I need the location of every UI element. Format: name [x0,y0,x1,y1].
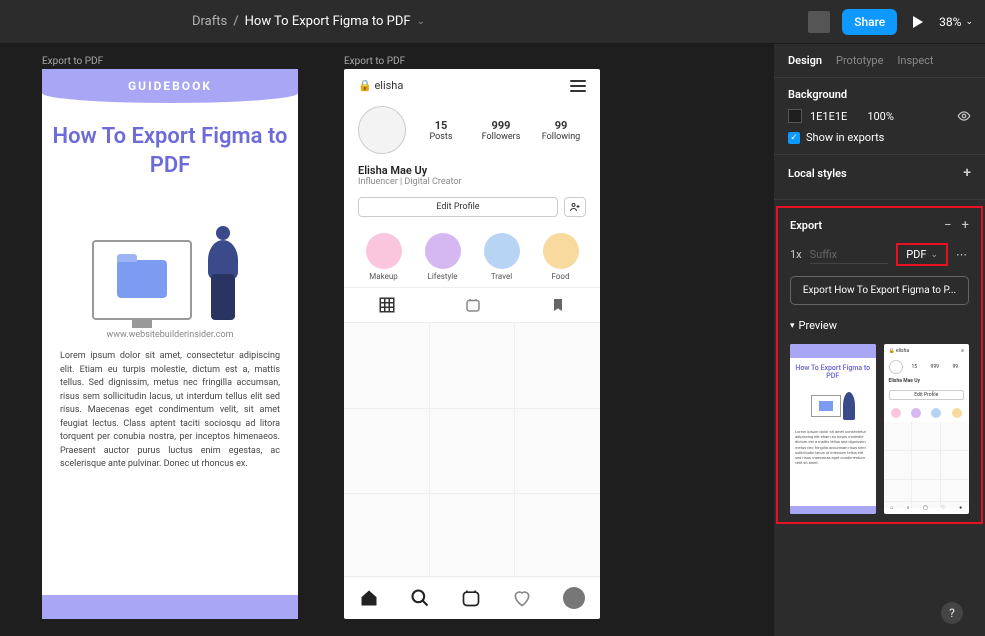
show-in-exports-row[interactable]: ✓ Show in exports [788,131,971,144]
preview-thumb-1[interactable]: How To Export Figma to PDF Lorem ipsum d… [790,344,876,514]
export-button[interactable]: Export How To Export Figma to P... [790,276,969,305]
bg-swatch[interactable] [788,109,802,123]
guidebook-header: GUIDEBOOK [42,69,298,103]
home-icon [359,588,379,608]
edit-profile-button[interactable]: Edit Profile [358,197,558,217]
chevron-down-icon: ⌄ [965,17,973,27]
reels-nav-icon [461,588,481,608]
nav-home[interactable] [359,588,379,608]
profile-name: Elisha Mae Uy [344,158,600,177]
local-styles-title: Local styles [788,167,847,180]
lock-username: 🔒 elisha [358,79,403,92]
stat-following[interactable]: 99Following [536,119,586,142]
tab-grid[interactable] [378,296,396,314]
post-cell[interactable] [430,323,515,408]
frame-profile[interactable]: 🔒 elisha 15Posts 999Followers 99Followin… [344,69,600,619]
stat-followers[interactable]: 999Followers [476,119,526,142]
breadcrumb-sep: / [233,14,238,29]
posts-grid [344,323,600,579]
chevron-down-icon: ⌄ [930,250,938,260]
highlight-lifestyle[interactable]: Lifestyle [425,233,461,281]
nav-profile[interactable] [563,587,585,609]
chevron-down-icon[interactable]: ⌄ [417,16,425,27]
background-section: Background 1E1E1E 100% ✓ Show in exports [774,78,985,155]
tab-prototype[interactable]: Prototype [836,54,883,67]
tab-design[interactable]: Design [788,54,822,67]
bg-opacity[interactable]: 100% [867,110,894,123]
bg-hex[interactable]: 1E1E1E [810,110,847,123]
canvas[interactable]: Export to PDF Export to PDF GUIDEBOOK Ho… [0,44,774,636]
export-suffix-input[interactable]: Suffix [810,246,889,264]
caret-down-icon[interactable]: ▾ [790,321,795,331]
lock-icon: 🔒 [358,79,372,92]
profile-sub: Influencer | Digital Creator [344,177,600,187]
background-title: Background [788,88,971,101]
post-cell[interactable] [515,494,600,579]
breadcrumb: Drafts / How To Export Figma to PDF ⌄ [192,14,425,29]
grid-icon [378,296,396,314]
top-toolbar: Drafts / How To Export Figma to PDF ⌄ Sh… [0,0,985,44]
monitor-icon [92,240,192,320]
bookmark-icon [550,296,566,314]
highlight-makeup[interactable]: Makeup [366,233,402,281]
guidebook-title: How To Export Figma to PDF [52,123,288,180]
tab-tagged[interactable] [550,296,566,314]
post-cell[interactable] [515,323,600,408]
guidebook-body-text: Lorem ipsum dolor sit amet, consectetur … [42,346,298,476]
export-scale[interactable]: 1x [790,248,802,261]
plus-icon[interactable]: + [963,165,971,181]
post-cell[interactable] [430,494,515,579]
nav-activity[interactable] [512,588,532,608]
nav-reels[interactable] [461,588,481,608]
zoom-control[interactable]: 38%⌄ [939,15,973,29]
minus-icon[interactable]: − [944,218,951,233]
more-options-icon[interactable]: ⋯ [956,248,969,261]
panel-tabs: Design Prototype Inspect [774,44,985,78]
guidebook-footer [42,595,298,619]
post-cell[interactable] [430,409,515,494]
export-title: Export [790,219,822,232]
frame-label-2[interactable]: Export to PDF [344,56,405,67]
plus-icon[interactable]: + [962,218,969,233]
frame-guidebook[interactable]: GUIDEBOOK How To Export Figma to PDF www… [42,69,298,619]
breadcrumb-file[interactable]: How To Export Figma to PDF [245,14,411,29]
add-user-icon [569,201,581,213]
post-cell[interactable] [344,409,429,494]
reels-icon [464,296,482,314]
nav-search[interactable] [410,588,430,608]
tab-inspect[interactable]: Inspect [897,54,933,67]
help-button[interactable]: ? [941,602,963,624]
share-button[interactable]: Share [842,9,897,35]
breadcrumb-root[interactable]: Drafts [192,14,227,29]
avatar[interactable] [808,11,830,33]
guidebook-illustration [42,190,298,320]
highlight-food[interactable]: Food [543,233,579,281]
present-icon[interactable] [913,16,923,28]
post-cell[interactable] [515,409,600,494]
guidebook-url: www.websitebuilderinsider.com [42,330,298,340]
post-cell[interactable] [344,494,429,579]
preview-thumb-2[interactable]: 🔒 elisha≡ 1599999 Elisha Mae Uy Edit Pro… [884,344,970,514]
post-cell[interactable] [344,323,429,408]
export-section-highlight: Export − + 1x Suffix PDF ⌄ ⋯ Export How … [776,206,983,524]
profile-avatar[interactable] [358,106,406,154]
heart-icon [512,588,532,608]
person-icon [198,220,248,320]
tab-reels[interactable] [464,296,482,314]
preview-label: Preview [799,319,837,332]
folder-icon [117,260,167,298]
checkbox-checked-icon[interactable]: ✓ [788,132,800,144]
stat-posts[interactable]: 15Posts [416,119,466,142]
frame-label-1[interactable]: Export to PDF [42,56,103,67]
add-user-button[interactable] [564,197,586,217]
design-panel: Design Prototype Inspect Background 1E1E… [774,44,985,636]
local-styles-section: Local styles + [774,155,985,200]
search-icon [410,588,430,608]
eye-icon[interactable] [957,109,971,123]
export-previews: How To Export Figma to PDF Lorem ipsum d… [778,336,981,522]
hamburger-icon[interactable] [570,80,586,92]
profile-circle-icon [563,587,585,609]
highlight-travel[interactable]: Travel [484,233,520,281]
export-format-select[interactable]: PDF ⌄ [896,243,948,266]
